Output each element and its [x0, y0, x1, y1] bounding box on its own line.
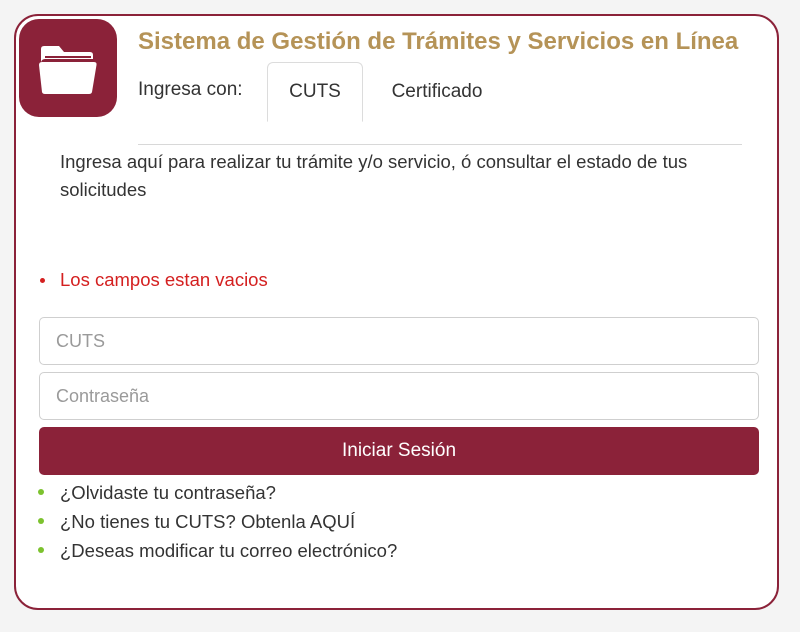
tab-cuts[interactable]: CUTS [267, 62, 363, 122]
login-with-label: Ingresa con: [138, 79, 243, 100]
page-title: Sistema de Gestión de Trámites y Servici… [138, 28, 739, 55]
tab-divider [138, 144, 742, 145]
error-message: Los campos estan vacios [38, 268, 268, 292]
list-item: ¿Deseas modificar tu correo electrónico? [36, 536, 397, 565]
password-input[interactable] [39, 372, 759, 420]
error-list: Los campos estan vacios [38, 268, 268, 292]
logo [19, 19, 117, 117]
cuts-input[interactable] [39, 317, 759, 365]
folder-icon [39, 46, 97, 94]
modify-email-link[interactable]: ¿Deseas modificar tu correo electrónico? [60, 540, 397, 561]
help-links: ¿Olvidaste tu contraseña? ¿No tienes tu … [36, 478, 397, 565]
list-item: ¿Olvidaste tu contraseña? [36, 478, 397, 507]
intro-text: Ingresa aquí para realizar tu trámite y/… [60, 151, 688, 200]
login-card: Sistema de Gestión de Trámites y Servici… [14, 14, 779, 610]
get-cuts-link[interactable]: ¿No tienes tu CUTS? Obtenla AQUÍ [60, 511, 355, 532]
login-button[interactable]: Iniciar Sesión [39, 427, 759, 475]
forgot-password-link[interactable]: ¿Olvidaste tu contraseña? [60, 482, 276, 503]
tab-certificado[interactable]: Certificado [372, 62, 502, 122]
list-item: ¿No tienes tu CUTS? Obtenla AQUÍ [36, 507, 397, 536]
